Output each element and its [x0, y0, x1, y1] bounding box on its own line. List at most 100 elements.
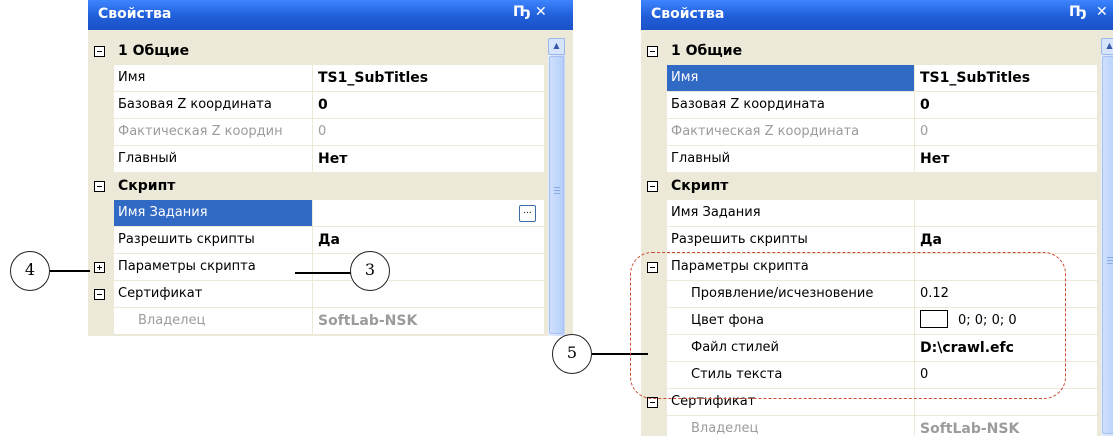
- property-name: Параметры скрипта: [114, 254, 313, 280]
- scroll-thumb[interactable]: [549, 56, 564, 334]
- property-name: Сертификат: [114, 281, 313, 307]
- category-row[interactable]: 1 Общие: [88, 38, 544, 65]
- pin-icon[interactable]: Ҧ: [513, 4, 531, 20]
- property-value[interactable]: TS1_SubTitles: [915, 65, 1097, 91]
- property-value[interactable]: Да: [915, 227, 1097, 253]
- collapse-icon[interactable]: [647, 181, 658, 192]
- row-gutter: [641, 146, 667, 172]
- category-row[interactable]: 1 Общие: [641, 38, 1097, 65]
- callout-4: 4: [10, 251, 50, 291]
- property-row[interactable]: Владелец SoftLab-NSK: [88, 308, 544, 335]
- row-gutter: [88, 200, 114, 226]
- property-row[interactable]: Разрешить скрипты Да: [88, 227, 544, 254]
- property-value[interactable]: Да: [313, 227, 544, 253]
- property-name: Главный: [667, 146, 915, 172]
- property-name: Базовая Z координата: [114, 92, 313, 118]
- row-gutter: [88, 227, 114, 253]
- property-row[interactable]: Имя TS1_SubTitles: [88, 65, 544, 92]
- property-row[interactable]: Сертификат: [88, 281, 544, 308]
- property-row[interactable]: Параметры скрипта: [88, 254, 544, 281]
- property-row[interactable]: Владелец SoftLab-NSK: [641, 416, 1097, 436]
- properties-titlebar: Свойства Ҧ ✕: [641, 0, 1113, 30]
- row-gutter: [641, 200, 667, 226]
- row-gutter: [88, 254, 114, 280]
- property-value[interactable]: Нет: [313, 146, 544, 172]
- property-name: Владелец: [667, 416, 915, 436]
- property-row[interactable]: Базовая Z координата 0: [88, 92, 544, 119]
- vertical-scrollbar[interactable]: ▲: [1101, 38, 1113, 436]
- collapse-icon[interactable]: [94, 46, 105, 57]
- collapse-icon[interactable]: [94, 181, 105, 192]
- property-value[interactable]: 0: [915, 119, 1097, 145]
- property-value[interactable]: [313, 200, 544, 226]
- property-value[interactable]: 0: [915, 92, 1097, 118]
- properties-panel-left: Свойства Ҧ ✕ 1 Общие Имя TS1_SubTitles Базо…: [88, 0, 573, 336]
- property-name: Имя: [114, 65, 313, 91]
- row-gutter: [641, 416, 667, 436]
- property-row[interactable]: Главный Нет: [641, 146, 1097, 173]
- callout-5: 5: [552, 334, 592, 374]
- property-row[interactable]: Базовая Z координата 0: [641, 92, 1097, 119]
- scroll-thumb[interactable]: [1102, 56, 1113, 434]
- properties-titlebar: Свойства Ҧ ✕: [88, 0, 573, 30]
- property-value[interactable]: SoftLab-NSK: [915, 416, 1097, 436]
- property-row[interactable]: Имя Задания: [641, 200, 1097, 227]
- row-gutter: [88, 92, 114, 118]
- property-name: 1 Общие: [667, 38, 915, 64]
- category-row[interactable]: Скрипт: [641, 173, 1097, 200]
- row-gutter: [88, 65, 114, 91]
- category-row[interactable]: Скрипт: [88, 173, 544, 200]
- property-row[interactable]: Имя Задания...: [88, 200, 544, 227]
- property-row[interactable]: Фактическая Z координата 0: [641, 119, 1097, 146]
- row-gutter: [88, 281, 114, 307]
- row-gutter: [88, 38, 114, 64]
- property-value[interactable]: [313, 254, 544, 280]
- property-name: Разрешить скрипты: [667, 227, 915, 253]
- close-icon[interactable]: ✕: [1096, 4, 1108, 20]
- property-name: 1 Общие: [114, 38, 313, 64]
- property-name: Фактическая Z координ: [114, 119, 313, 145]
- properties-title: Свойства: [98, 6, 172, 22]
- property-name: Имя: [667, 65, 915, 91]
- property-value[interactable]: 0: [313, 119, 544, 145]
- row-gutter: [88, 146, 114, 172]
- vertical-scrollbar[interactable]: ▲: [548, 38, 565, 336]
- highlight-script-params: [630, 252, 1066, 399]
- property-row[interactable]: Разрешить скрипты Да: [641, 227, 1097, 254]
- property-row[interactable]: Главный Нет: [88, 146, 544, 173]
- row-gutter: [641, 119, 667, 145]
- property-value[interactable]: 0: [313, 92, 544, 118]
- close-icon[interactable]: ✕: [535, 4, 547, 20]
- collapse-icon[interactable]: [647, 46, 658, 57]
- expand-icon[interactable]: [94, 262, 105, 273]
- row-gutter: [641, 173, 667, 199]
- property-name: Имя Задания: [667, 200, 915, 226]
- collapse-icon[interactable]: [94, 289, 105, 300]
- property-value[interactable]: [915, 200, 1097, 226]
- property-name: Базовая Z координата: [667, 92, 915, 118]
- property-value[interactable]: [313, 281, 544, 307]
- property-value[interactable]: Нет: [915, 146, 1097, 172]
- scroll-up-button[interactable]: ▲: [548, 38, 565, 55]
- property-name: Разрешить скрипты: [114, 227, 313, 253]
- callout-3: 3: [350, 251, 390, 291]
- pin-icon[interactable]: Ҧ: [1069, 4, 1087, 20]
- property-name: Скрипт: [114, 173, 313, 199]
- property-row[interactable]: Имя TS1_SubTitles: [641, 65, 1097, 92]
- property-name: Главный: [114, 146, 313, 172]
- row-gutter: [88, 119, 114, 145]
- properties-title: Свойства: [651, 6, 725, 22]
- property-row[interactable]: Фактическая Z координ 0: [88, 119, 544, 146]
- ellipsis-button[interactable]: ...: [519, 205, 536, 222]
- property-name: Фактическая Z координата: [667, 119, 915, 145]
- scroll-up-button[interactable]: ▲: [1101, 38, 1113, 55]
- property-grid: 1 Общие Имя TS1_SubTitles Базовая Z координ…: [88, 38, 544, 335]
- row-gutter: [641, 38, 667, 64]
- callout-3-leader: [295, 272, 351, 274]
- row-gutter: [641, 227, 667, 253]
- property-value[interactable]: TS1_SubTitles: [313, 65, 544, 91]
- row-gutter: [641, 92, 667, 118]
- property-value[interactable]: SoftLab-NSK: [313, 308, 544, 334]
- row-gutter: [641, 65, 667, 91]
- row-gutter: [88, 308, 114, 334]
